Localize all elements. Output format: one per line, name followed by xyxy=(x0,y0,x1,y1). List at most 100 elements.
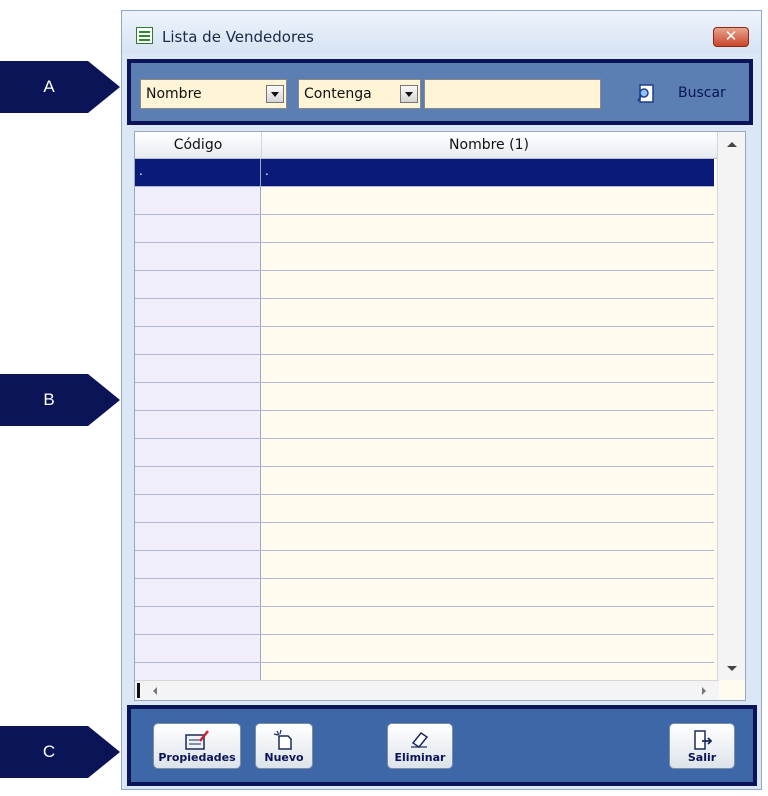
callout-b: B xyxy=(0,374,120,426)
table-row[interactable] xyxy=(135,215,714,243)
cell-codigo[interactable] xyxy=(135,411,261,438)
scroll-left-arrow-icon[interactable] xyxy=(153,687,157,695)
salir-label: Salir xyxy=(687,751,717,764)
vendedores-grid[interactable]: Código Nombre (1) . . xyxy=(134,131,746,701)
field-select-value: Nombre xyxy=(146,86,202,102)
scroll-down-arrow-icon[interactable] xyxy=(727,666,737,671)
cell-codigo[interactable] xyxy=(135,607,261,634)
nuevo-button[interactable]: Nuevo xyxy=(255,723,313,769)
callout-a: A xyxy=(0,61,120,113)
cell-codigo-text: . xyxy=(139,164,143,178)
cell-codigo[interactable]: . xyxy=(135,159,261,186)
table-row[interactable] xyxy=(135,523,714,551)
cell-codigo[interactable] xyxy=(135,439,261,466)
eliminar-button[interactable]: Eliminar xyxy=(387,723,453,769)
callout-c-label: C xyxy=(42,742,56,761)
cell-codigo[interactable] xyxy=(135,299,261,326)
cell-codigo[interactable] xyxy=(135,551,261,578)
vertical-scrollbar[interactable] xyxy=(717,132,745,680)
cell-nombre[interactable] xyxy=(261,243,714,270)
horizontal-scroll-thumb[interactable] xyxy=(137,683,140,698)
callout-b-label: B xyxy=(43,390,55,409)
table-row[interactable] xyxy=(135,495,714,523)
table-row[interactable] xyxy=(135,607,714,635)
propiedades-button[interactable]: Propiedades xyxy=(153,723,241,769)
search-value-input[interactable] xyxy=(424,79,601,109)
table-row[interactable] xyxy=(135,271,714,299)
vendedores-window: Lista de Vendedores ✕ Nombre Contenga Bu… xyxy=(121,10,762,790)
cell-nombre[interactable] xyxy=(261,439,714,466)
cell-codigo[interactable] xyxy=(135,635,261,662)
cell-nombre-text: . xyxy=(265,164,269,178)
cell-nombre[interactable] xyxy=(261,495,714,522)
cell-nombre[interactable] xyxy=(261,467,714,494)
field-select[interactable]: Nombre xyxy=(140,79,287,109)
propiedades-label: Propiedades xyxy=(158,751,236,764)
condition-dropdown-arrow-icon[interactable] xyxy=(400,85,418,103)
cell-codigo[interactable] xyxy=(135,243,261,270)
cell-nombre[interactable] xyxy=(261,411,714,438)
cell-codigo[interactable] xyxy=(135,187,261,214)
scroll-up-arrow-icon[interactable] xyxy=(727,142,737,147)
table-row[interactable] xyxy=(135,355,714,383)
buscar-button[interactable]: Buscar xyxy=(678,85,726,101)
column-header-codigo[interactable]: Código xyxy=(135,132,261,158)
table-row[interactable] xyxy=(135,551,714,579)
horizontal-scrollbar[interactable] xyxy=(135,680,719,700)
table-row[interactable] xyxy=(135,467,714,495)
nuevo-label: Nuevo xyxy=(264,751,304,764)
table-row[interactable] xyxy=(135,411,714,439)
cell-codigo[interactable] xyxy=(135,467,261,494)
cell-nombre[interactable] xyxy=(261,299,714,326)
cell-nombre[interactable] xyxy=(261,523,714,550)
cell-nombre[interactable] xyxy=(261,635,714,662)
cell-codigo[interactable] xyxy=(135,327,261,354)
salir-button[interactable]: Salir xyxy=(669,723,735,769)
table-row[interactable] xyxy=(135,579,714,607)
grid-header: Código Nombre (1) xyxy=(135,132,719,159)
search-panel: Nombre Contenga Buscar xyxy=(127,59,753,125)
cell-codigo[interactable] xyxy=(135,495,261,522)
cell-nombre[interactable] xyxy=(261,579,714,606)
eliminar-label: Eliminar xyxy=(394,751,446,764)
grid-rows: . . xyxy=(135,159,714,691)
table-row[interactable] xyxy=(135,243,714,271)
cell-codigo[interactable] xyxy=(135,579,261,606)
scroll-right-arrow-icon[interactable] xyxy=(702,687,706,695)
search-magnifier-icon[interactable] xyxy=(637,84,655,104)
cell-codigo[interactable] xyxy=(135,383,261,410)
table-row[interactable] xyxy=(135,383,714,411)
close-button[interactable]: ✕ xyxy=(713,27,749,47)
table-row[interactable] xyxy=(135,187,714,215)
table-row[interactable] xyxy=(135,635,714,663)
table-row-selected[interactable]: . . xyxy=(135,159,714,187)
cell-nombre[interactable] xyxy=(261,187,714,214)
exit-door-icon xyxy=(694,730,713,750)
cell-nombre[interactable] xyxy=(261,327,714,354)
table-row[interactable] xyxy=(135,439,714,467)
title-bar[interactable]: Lista de Vendedores ✕ xyxy=(122,11,761,53)
table-row[interactable] xyxy=(135,327,714,355)
cell-nombre[interactable] xyxy=(261,271,714,298)
cell-nombre[interactable] xyxy=(261,355,714,382)
cell-nombre[interactable] xyxy=(261,607,714,634)
table-row[interactable] xyxy=(135,299,714,327)
cell-nombre[interactable] xyxy=(261,551,714,578)
callout-a-label: A xyxy=(43,77,55,96)
cell-codigo[interactable] xyxy=(135,523,261,550)
action-bar: Propiedades Nuevo Eliminar Salir xyxy=(127,705,757,786)
callout-c: C xyxy=(0,726,120,778)
list-app-icon xyxy=(136,27,153,44)
condition-select[interactable]: Contenga xyxy=(298,79,421,109)
cell-nombre[interactable] xyxy=(261,383,714,410)
eraser-icon xyxy=(411,731,429,749)
column-header-nombre[interactable]: Nombre (1) xyxy=(261,132,716,158)
field-dropdown-arrow-icon[interactable] xyxy=(266,85,284,103)
cell-nombre[interactable] xyxy=(261,215,714,242)
cell-codigo[interactable] xyxy=(135,215,261,242)
window-title: Lista de Vendedores xyxy=(162,28,314,46)
cell-nombre[interactable]: . xyxy=(261,159,714,186)
cell-codigo[interactable] xyxy=(135,271,261,298)
cell-codigo[interactable] xyxy=(135,355,261,382)
new-document-icon xyxy=(273,729,292,750)
